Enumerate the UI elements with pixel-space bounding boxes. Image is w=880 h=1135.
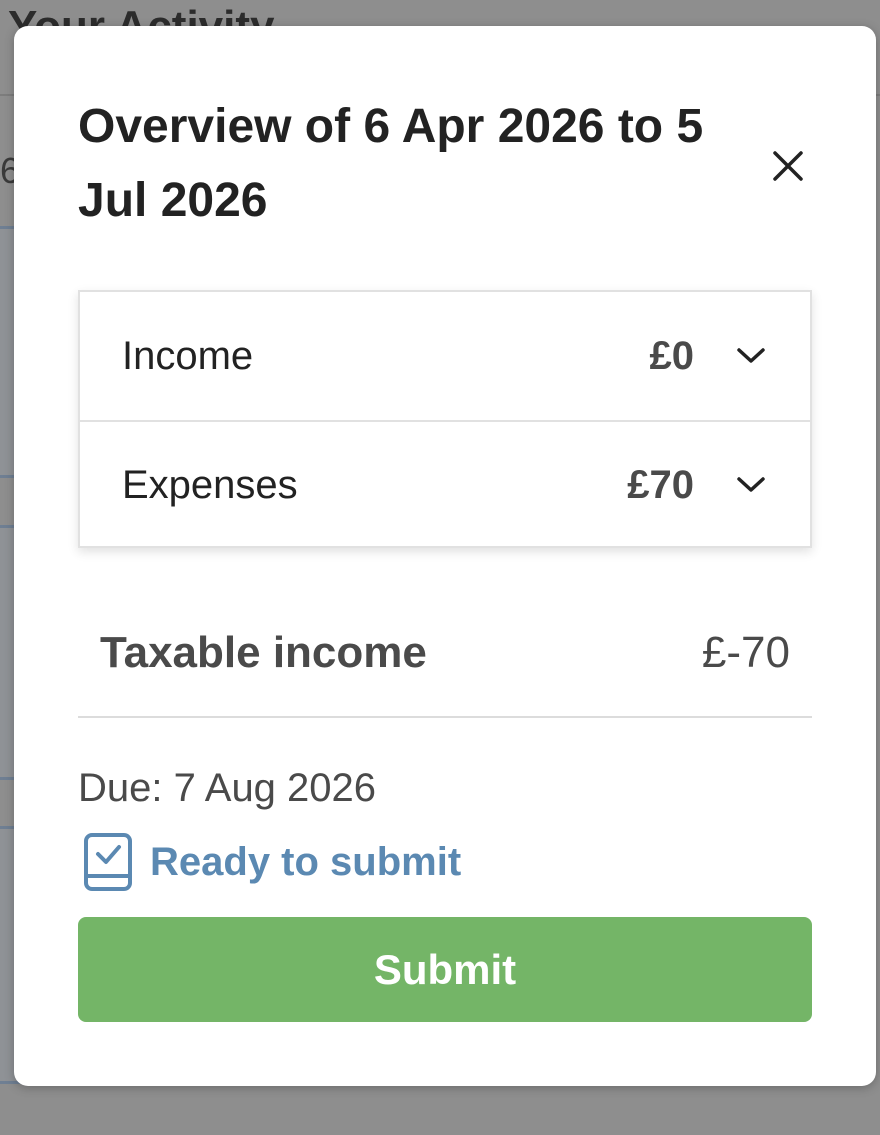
expenses-value: £70 xyxy=(627,462,694,507)
modal-title: Overview of 6 Apr 2026 to 5 Jul 2026 xyxy=(78,100,704,227)
submit-button[interactable]: Submit xyxy=(78,917,812,1022)
taxable-income-row: Taxable income £-70 xyxy=(78,614,812,718)
close-button[interactable] xyxy=(766,144,810,188)
overview-modal: Overview of 6 Apr 2026 to 5 Jul 2026 Inc… xyxy=(14,26,876,1086)
chevron-down-icon[interactable] xyxy=(734,339,768,373)
due-date: Due: 7 Aug 2026 xyxy=(78,766,377,810)
taxable-income-value: £-70 xyxy=(701,628,790,677)
expenses-label: Expenses xyxy=(122,462,298,507)
summary-card: Income £0 Expenses £70 xyxy=(78,290,812,548)
income-value: £0 xyxy=(649,333,695,378)
checklist-book-icon xyxy=(84,833,132,891)
income-row[interactable]: Income £0 xyxy=(80,292,810,420)
submission-status: Ready to submit xyxy=(82,832,461,892)
status-text: Ready to submit xyxy=(150,839,462,884)
taxable-income-label: Taxable income xyxy=(100,628,427,677)
chevron-down-icon[interactable] xyxy=(734,468,768,502)
expenses-row[interactable]: Expenses £70 xyxy=(80,420,810,548)
income-label: Income xyxy=(122,333,254,378)
close-icon xyxy=(773,151,803,181)
